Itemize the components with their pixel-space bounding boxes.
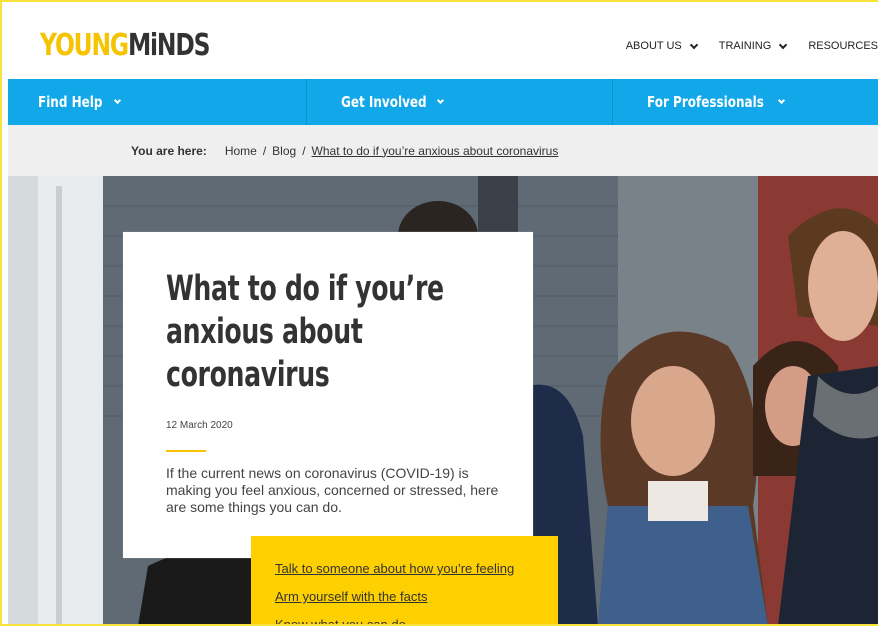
article-intro: If the current news on coronavirus (COVI… [166, 465, 499, 515]
site-header: YOUNGMiNDS ABOUT US TRAINING RESOURCES [8, 8, 878, 79]
top-nav-training[interactable]: TRAINING [719, 40, 788, 52]
breadcrumb-prefix: You are here: [131, 143, 207, 158]
top-nav-resources[interactable]: RESOURCES [808, 40, 878, 52]
breadcrumb-separator: / [302, 143, 306, 158]
breadcrumb: You are here: Home / Blog / What to do i… [8, 125, 878, 176]
breadcrumb-home[interactable]: Home [225, 144, 257, 158]
jump-link-know[interactable]: Know what you can do [275, 617, 558, 626]
breadcrumb-current[interactable]: What to do if you’re anxious about coron… [312, 144, 559, 158]
chevron-down-icon [113, 96, 121, 105]
article-card: What to do if you’re anxious about coron… [123, 232, 533, 558]
article-title: What to do if you’re anxious about coron… [166, 269, 444, 395]
breadcrumb-separator: / [262, 143, 267, 158]
chevron-down-icon [437, 96, 445, 105]
jump-links-box: Talk to someone about how you’re feeling… [251, 536, 558, 626]
main-nav-get-involved[interactable]: Get Involved [307, 79, 613, 125]
youngminds-logo[interactable]: YOUNGMiNDS [40, 28, 210, 63]
main-nav: Find Help Get Involved For Professionals [8, 79, 878, 125]
chevron-down-icon [689, 40, 698, 49]
chevron-down-icon [778, 96, 786, 105]
jump-link-facts[interactable]: Arm yourself with the facts [275, 589, 558, 604]
top-nav-about-us[interactable]: ABOUT US [626, 40, 698, 52]
main-nav-find-help[interactable]: Find Help [8, 79, 307, 125]
title-divider [166, 450, 206, 452]
jump-link-talk[interactable]: Talk to someone about how you’re feeling [275, 561, 558, 576]
breadcrumb-blog[interactable]: Blog [272, 144, 296, 158]
main-nav-for-professionals[interactable]: For Professionals [613, 79, 878, 125]
article-date: 12 March 2020 [166, 420, 233, 431]
chevron-down-icon [779, 40, 788, 49]
top-nav: ABOUT US TRAINING RESOURCES [604, 40, 878, 52]
